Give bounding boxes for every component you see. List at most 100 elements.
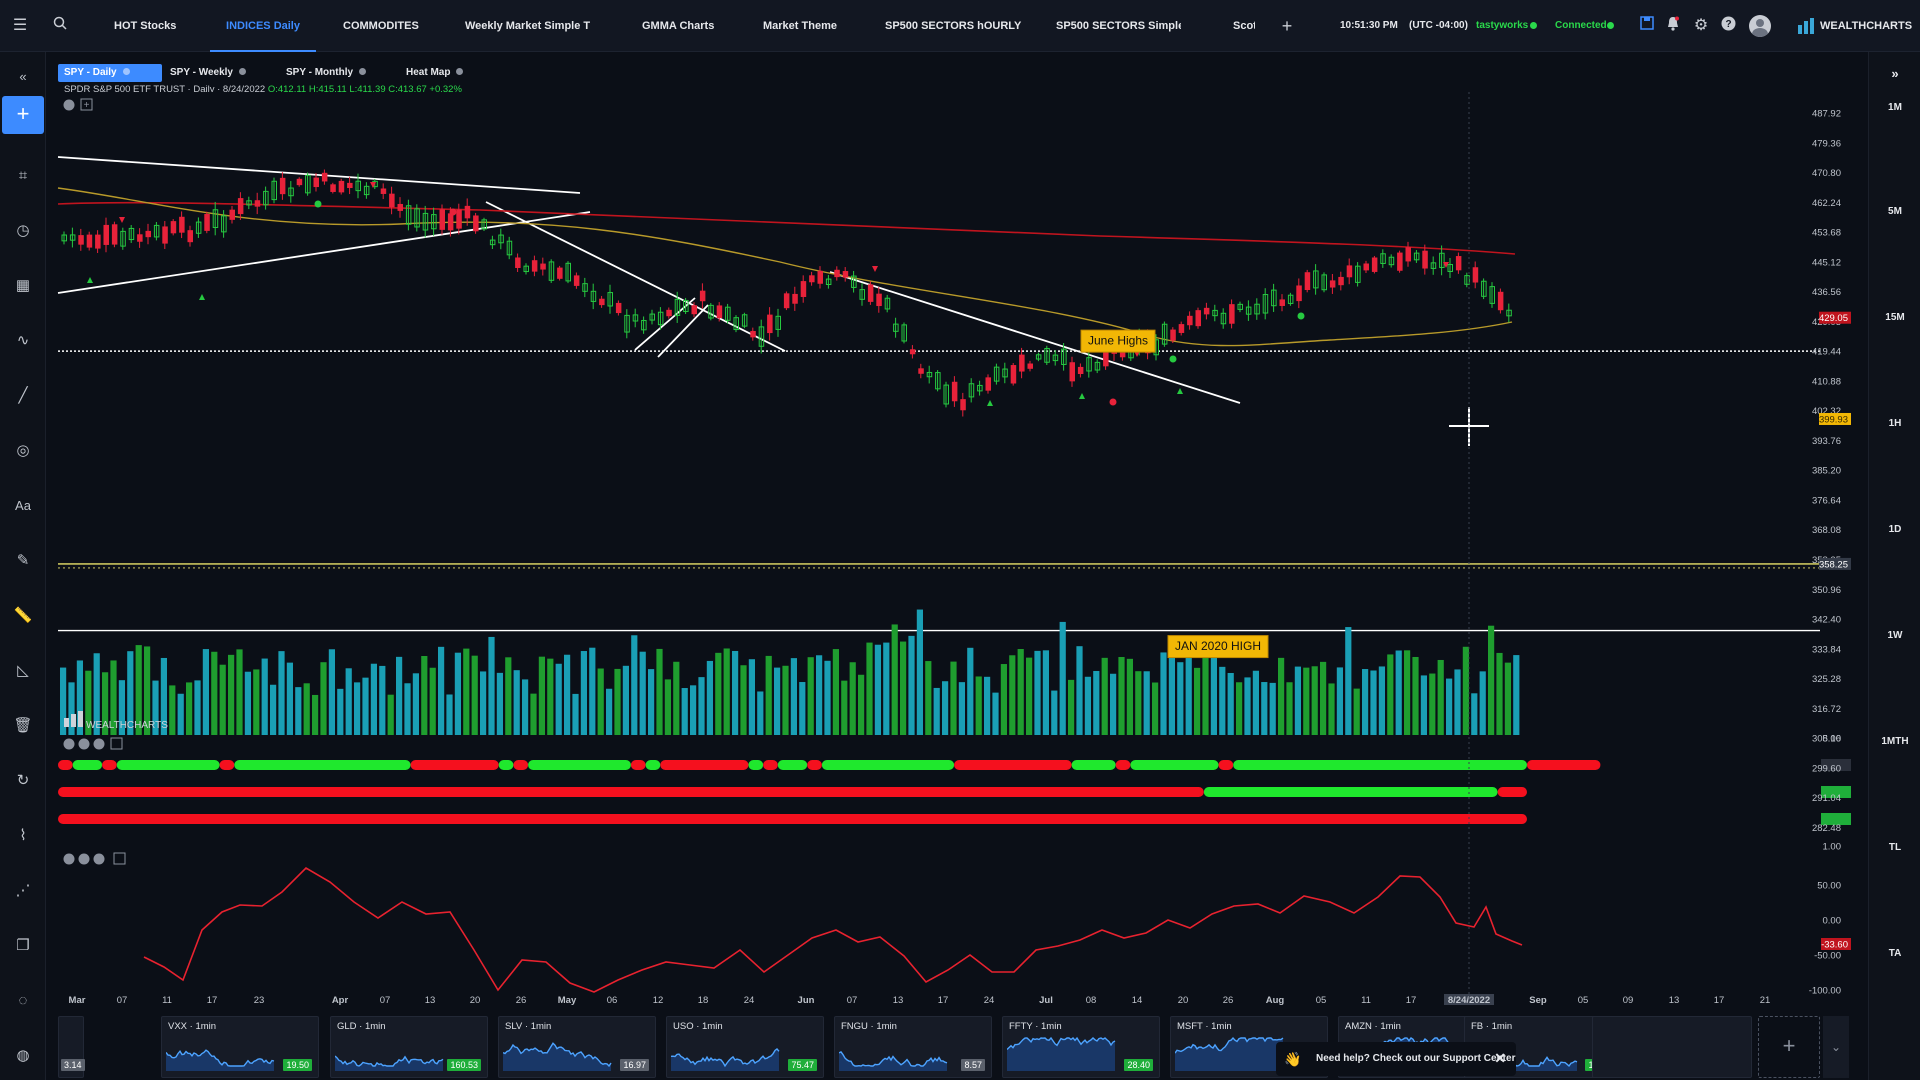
- time-tick: Mar: [69, 995, 86, 1006]
- add-mini-chart-button[interactable]: +: [1758, 1016, 1820, 1078]
- candle-body: [473, 215, 479, 232]
- candle-body: [1363, 263, 1369, 271]
- volume-bar: [1101, 657, 1108, 735]
- candle-body: [380, 188, 387, 194]
- support-text[interactable]: Need help? Check out our Support Center: [1316, 1053, 1515, 1064]
- volume-bar: [1311, 666, 1318, 735]
- price-tick: 376.64: [1812, 495, 1841, 506]
- wave-icon: 👋: [1284, 1051, 1302, 1067]
- volume-bar: [1185, 650, 1192, 735]
- interval-1w[interactable]: 1W: [1869, 630, 1920, 641]
- mini-area: [839, 1051, 947, 1071]
- volume-bar: [522, 679, 529, 735]
- volume-bar: [1294, 666, 1301, 735]
- candle-body: [162, 226, 168, 244]
- time-tick: 17: [938, 995, 949, 1006]
- volume-bar: [1345, 627, 1352, 735]
- candle-body: [338, 180, 345, 193]
- candle-body: [1187, 315, 1193, 326]
- close-icon[interactable]: ✕: [1494, 1050, 1506, 1067]
- interval-1mth[interactable]: 1MTH: [1869, 736, 1920, 747]
- time-tick: 13: [425, 995, 436, 1006]
- candle-body: [800, 281, 807, 297]
- candle-body: [557, 267, 563, 279]
- status-segment: [1115, 760, 1131, 770]
- mini-title: AMZN · 1min: [1345, 1021, 1401, 1032]
- volume-bar: [244, 671, 251, 735]
- candle-body: [464, 205, 471, 219]
- candle-body: [1178, 324, 1185, 333]
- interval-1h[interactable]: 1H: [1869, 418, 1920, 429]
- mini-chart-partial[interactable]: 3.14: [58, 1016, 85, 1078]
- annotation-label: JAN 2020 HIGH: [1175, 639, 1261, 653]
- support-toast[interactable]: 👋 Need help? Check out our Support Cente…: [1276, 1042, 1516, 1076]
- volume-bar: [757, 691, 764, 735]
- volume-bar: [471, 655, 478, 735]
- status-segment: [777, 760, 808, 770]
- volume-bar: [681, 688, 688, 735]
- volume-bar: [975, 676, 982, 735]
- volume-bar: [1378, 666, 1385, 735]
- price-chart[interactable]: 5.004.003.002.001.00 50.000.00-50.00-100…: [0, 0, 1866, 1010]
- volume-bar: [1286, 682, 1293, 735]
- time-tick: 05: [1316, 995, 1327, 1006]
- mini-chart[interactable]: FNGU · 1min 8.57: [834, 1016, 992, 1078]
- candle-body: [834, 269, 840, 278]
- interval-ta[interactable]: TA: [1869, 948, 1920, 959]
- mini-price: 16.97: [620, 1059, 649, 1071]
- mini-title: VXX · 1min: [168, 1021, 217, 1032]
- expand-down-icon[interactable]: ⌄: [1823, 1016, 1849, 1078]
- globe-icon[interactable]: ◍: [12, 1045, 34, 1067]
- mini-price: 8.57: [961, 1059, 985, 1071]
- volume-bar: [1269, 682, 1276, 735]
- mini-title: FNGU · 1min: [841, 1021, 897, 1032]
- volume-bar: [790, 658, 797, 735]
- volume-bar: [874, 644, 881, 735]
- volume-bar: [564, 654, 571, 735]
- mini-chart[interactable]: GLD · 1min 160.53: [330, 1016, 488, 1078]
- volume-bar: [1236, 682, 1243, 735]
- interval-1d[interactable]: 1D: [1869, 524, 1920, 535]
- candle-body: [1077, 366, 1084, 375]
- mini-chart[interactable]: SLV · 1min 16.97: [498, 1016, 656, 1078]
- candle-body: [179, 216, 185, 233]
- volume-bar: [547, 658, 554, 735]
- volume-bar: [1126, 658, 1133, 735]
- status-segment: [807, 760, 822, 770]
- mini-chart[interactable]: VXX · 1min 19.50: [161, 1016, 319, 1078]
- watermark-text: WEALTHCHARTS: [86, 720, 168, 731]
- candle-body: [1497, 291, 1504, 311]
- status-segment: [645, 760, 661, 770]
- mini-area: [166, 1050, 274, 1071]
- collapse-right-icon[interactable]: »: [1869, 66, 1920, 81]
- volume-bar: [958, 682, 965, 735]
- interval-5m[interactable]: 5M: [1869, 206, 1920, 217]
- volume-bar: [841, 680, 848, 735]
- mini-area: [671, 1049, 779, 1071]
- interval-15m[interactable]: 15M: [1869, 312, 1920, 323]
- price-tick: 350.96: [1812, 585, 1841, 596]
- price-tick: 308.16: [1812, 734, 1841, 745]
- candle-body: [103, 224, 109, 245]
- status-segment: [513, 760, 529, 770]
- volume-bar: [396, 656, 403, 735]
- interval-tl[interactable]: TL: [1869, 842, 1920, 853]
- volume-bar: [253, 669, 260, 735]
- volume-bar: [454, 652, 461, 735]
- time-tick: 06: [607, 995, 618, 1006]
- volume-bar: [883, 642, 890, 735]
- candle-body: [1019, 354, 1025, 372]
- mini-title: SLV · 1min: [505, 1021, 552, 1032]
- candle-body: [876, 293, 882, 307]
- volume-bar: [496, 672, 503, 735]
- mini-chart-empty[interactable]: [1592, 1016, 1752, 1078]
- mini-chart[interactable]: USO · 1min 75.47: [666, 1016, 824, 1078]
- volume-bar: [429, 667, 436, 735]
- volume-bar: [370, 663, 377, 735]
- candle-body: [1346, 265, 1353, 278]
- volume-bar: [942, 681, 949, 735]
- volume-bar: [194, 680, 201, 735]
- mini-chart[interactable]: FFTY · 1min 28.40: [1002, 1016, 1160, 1078]
- candle-body: [1338, 276, 1344, 286]
- interval-1m[interactable]: 1M: [1869, 102, 1920, 113]
